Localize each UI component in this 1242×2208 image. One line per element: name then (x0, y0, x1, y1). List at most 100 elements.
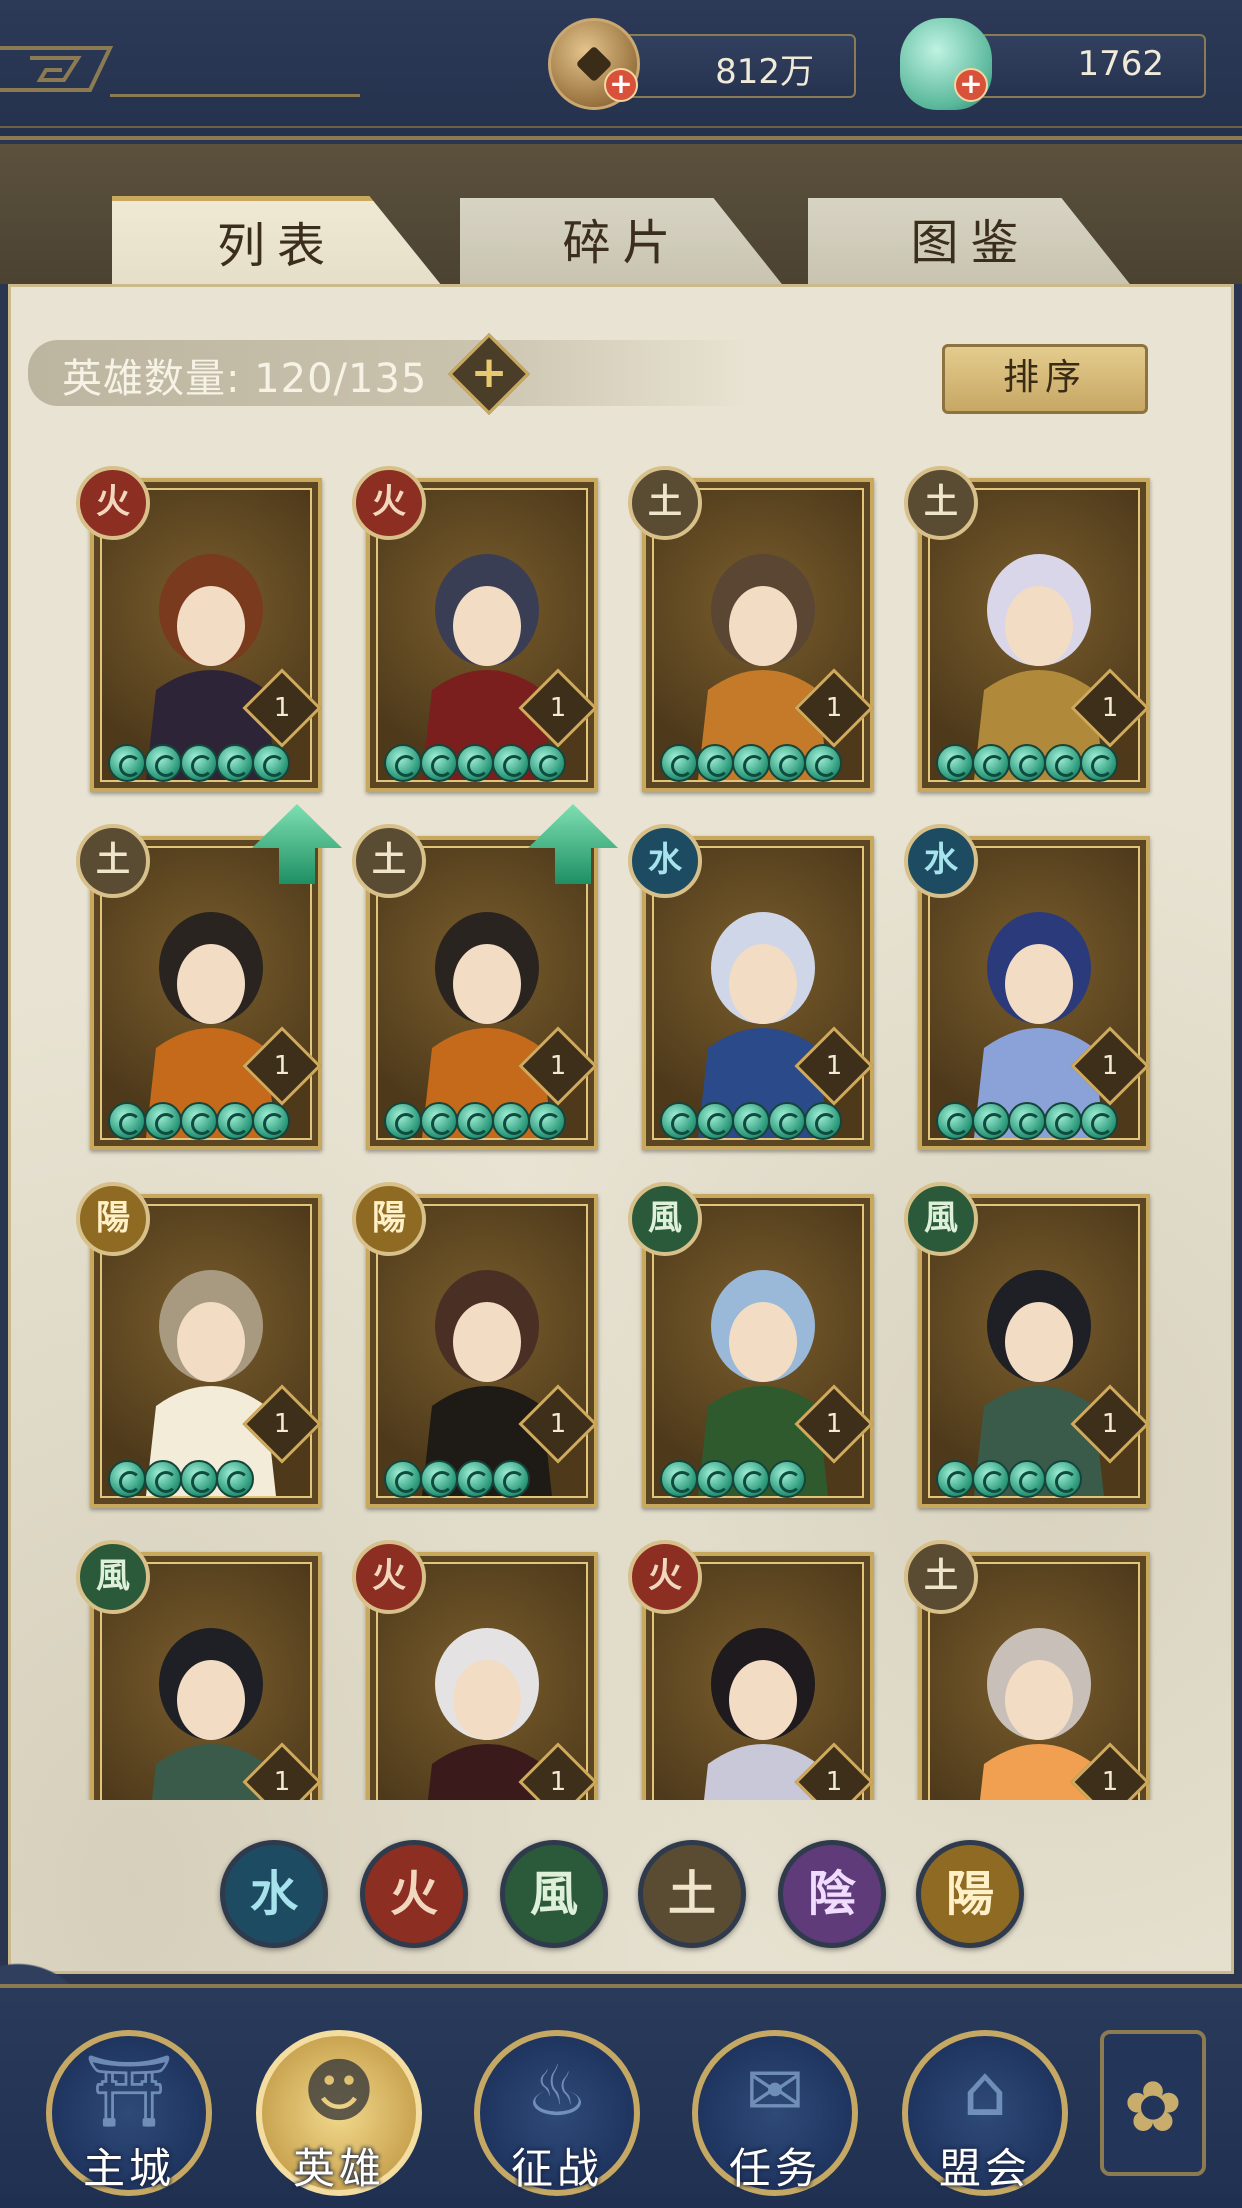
filter-wind-button[interactable]: 風 (500, 1840, 608, 1948)
jade-star-icon (456, 1460, 494, 1498)
flower-icon: ✿ (1123, 2066, 1183, 2148)
level-value: 1 (549, 1767, 567, 1797)
star-rating (660, 744, 842, 784)
jade-star-icon (252, 1102, 290, 1140)
element-badge: 火 (628, 1540, 702, 1614)
coin-value: 812万 (715, 52, 814, 92)
nav-label: 主城 (82, 2144, 175, 2193)
level-value: 1 (273, 1051, 291, 1081)
star-rating (660, 1102, 842, 1142)
filter-yin-button[interactable]: 陰 (778, 1840, 886, 1948)
hero-portrait (698, 912, 828, 1138)
hero-card[interactable]: 火1 (76, 466, 322, 792)
element-badge: 陽 (76, 1182, 150, 1256)
jade-star-icon (456, 744, 494, 782)
filter-fire-button[interactable]: 火 (360, 1840, 468, 1948)
nav-heroes[interactable]: ☻ 英雄 (256, 2030, 422, 2196)
hero-card[interactable]: 土1 (904, 466, 1150, 792)
hero-card[interactable]: 土1 (76, 804, 342, 1150)
level-value: 1 (825, 1409, 843, 1439)
jade-star-icon (1008, 1460, 1046, 1498)
hero-portrait (698, 554, 828, 780)
sort-button[interactable]: 排序 (942, 344, 1148, 414)
star-rating (936, 1460, 1082, 1500)
hero-portrait (974, 912, 1104, 1138)
star-rating (936, 744, 1118, 784)
jade-star-icon (1008, 744, 1046, 782)
level-value: 1 (549, 1051, 567, 1081)
hero-card[interactable]: 火1 (352, 1540, 598, 1800)
jade-star-icon (420, 1102, 458, 1140)
hero-portrait-icon: ☻ (302, 2050, 376, 2132)
jade-star-icon (696, 744, 734, 782)
jade-star-icon (804, 744, 842, 782)
jade-star-icon (144, 1460, 182, 1498)
add-jade-button[interactable]: + (954, 68, 988, 102)
nav-guild[interactable]: ⌂ 盟会 (902, 2030, 1068, 2196)
element-filter-bar: 水 火 風 土 陰 陽 (0, 1840, 1242, 1950)
emblem-icon (0, 46, 114, 92)
filter-water-button[interactable]: 水 (220, 1840, 328, 1948)
jade-star-icon (144, 1102, 182, 1140)
filter-earth-button[interactable]: 土 (638, 1840, 746, 1948)
level-value: 1 (549, 693, 567, 723)
element-badge: 土 (628, 466, 702, 540)
jade-star-icon (108, 1460, 146, 1498)
element-badge: 陽 (352, 1182, 426, 1256)
hero-card[interactable]: 水1 (628, 824, 874, 1150)
jade-star-icon (732, 744, 770, 782)
element-badge: 水 (904, 824, 978, 898)
element-badge: 土 (76, 824, 150, 898)
hero-card[interactable]: 火1 (628, 1540, 874, 1800)
level-value: 1 (549, 1409, 567, 1439)
hero-portrait (146, 912, 276, 1138)
jade-star-icon (252, 744, 290, 782)
jade-star-icon (1080, 744, 1118, 782)
element-badge: 火 (76, 466, 150, 540)
star-rating (108, 1102, 290, 1142)
add-coins-button[interactable]: + (604, 68, 638, 102)
hero-card[interactable]: 火1 (352, 466, 598, 792)
hero-card[interactable]: 風1 (76, 1540, 322, 1800)
nav-battle[interactable]: ♨ 征战 (474, 2030, 640, 2196)
hero-card[interactable]: 土1 (352, 804, 618, 1150)
hero-count-label: 英雄数量: 120/135 (62, 356, 428, 402)
level-value: 1 (273, 1767, 291, 1797)
hero-card[interactable]: 風1 (904, 1182, 1150, 1508)
jade-star-icon (768, 1460, 806, 1498)
hero-card[interactable]: 土1 (904, 1540, 1150, 1800)
hero-card[interactable]: 陽1 (352, 1182, 598, 1508)
divider (110, 94, 360, 97)
hero-card[interactable]: 土1 (628, 466, 874, 792)
nav-label: 任务 (728, 2144, 821, 2193)
star-rating (108, 744, 290, 784)
level-value: 1 (1101, 1051, 1119, 1081)
nav-quests[interactable]: ✉ 任务 (692, 2030, 858, 2196)
level-value: 1 (1101, 1767, 1119, 1797)
element-badge: 水 (628, 824, 702, 898)
level-value: 1 (825, 693, 843, 723)
nav-main-city[interactable]: ⛩ 主城 (46, 2030, 212, 2196)
star-rating (384, 1102, 566, 1142)
bottom-nav: ⛩ 主城 ☻ 英雄 ♨ 征战 ✉ 任务 ⌂ 盟会 (0, 1984, 1242, 2208)
hero-portrait (422, 1270, 552, 1496)
element-badge: 土 (904, 1540, 978, 1614)
level-value: 1 (1101, 693, 1119, 723)
jade-star-icon (972, 1102, 1010, 1140)
jade-star-icon (492, 1460, 530, 1498)
jade-star-icon (180, 1102, 218, 1140)
jade-star-icon (660, 1102, 698, 1140)
star-rating (936, 1102, 1118, 1142)
jade-star-icon (528, 1102, 566, 1140)
more-menu-button[interactable]: ✿ (1100, 2030, 1206, 2176)
jade-star-icon (492, 1102, 530, 1140)
jade-star-icon (1044, 744, 1082, 782)
filter-yang-button[interactable]: 陽 (916, 1840, 1024, 1948)
hero-portrait (422, 912, 552, 1138)
hero-card[interactable]: 風1 (628, 1182, 874, 1508)
hero-list-screen: 812万 + 1762 + 列表 碎片 图鉴 英雄数量: 120/135 + 排… (0, 0, 1242, 2208)
jade-star-icon (384, 1460, 422, 1498)
hero-card[interactable]: 陽1 (76, 1182, 322, 1508)
hero-card[interactable]: 水1 (904, 824, 1150, 1150)
nav-label: 盟会 (938, 2144, 1031, 2193)
